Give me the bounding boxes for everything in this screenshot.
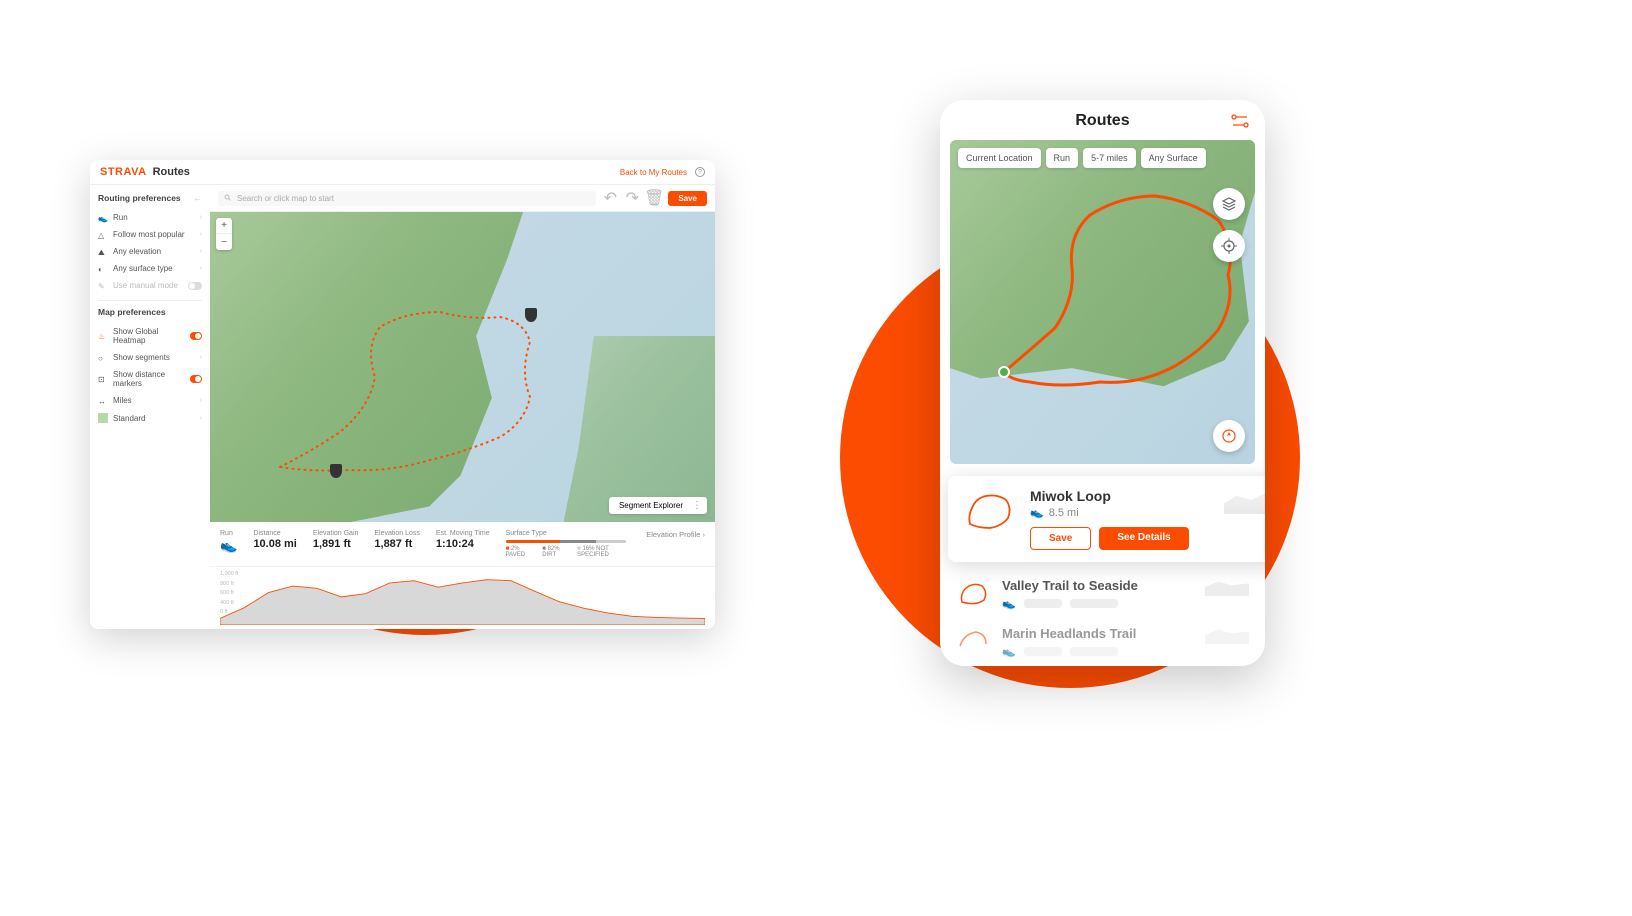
search-placeholder: Search or click map to start xyxy=(237,194,334,203)
mobile-routes-window: Routes Current Location Run 5-7 miles An… xyxy=(940,100,1265,666)
locate-icon xyxy=(1221,238,1237,254)
sidebar-item-mapstyle[interactable]: Standard› xyxy=(98,409,202,427)
sidebar-item-elevation[interactable]: ⛰Any elevation› xyxy=(98,243,202,260)
collapse-sidebar-icon[interactable]: ← xyxy=(194,193,203,203)
popularity-icon: △ xyxy=(98,231,108,239)
segment-explorer-button[interactable]: Segment Explorer ⋮ xyxy=(609,497,707,514)
undo-icon[interactable]: ↶ xyxy=(602,190,618,206)
units-icon: ↔ xyxy=(98,397,108,405)
run-icon: 👟 xyxy=(98,214,108,222)
brand-logo: STRAVA xyxy=(100,166,147,178)
route-distance: 👟 8.5 mi xyxy=(1030,506,1212,519)
sidebar-item-manual[interactable]: ✎Use manual mode xyxy=(98,277,202,294)
mapstyle-icon xyxy=(98,413,108,423)
desktop-routes-window: STRAVA Routes Back to My Routes ? Routin… xyxy=(90,160,715,629)
redo-icon[interactable]: ↷ xyxy=(624,190,640,206)
route-name: Marin Headlands Trail xyxy=(1002,626,1195,641)
layers-icon xyxy=(1221,196,1237,212)
sidebar-item-segments[interactable]: ○Show segments› xyxy=(98,349,202,366)
route-settings-icon[interactable] xyxy=(1231,114,1249,128)
stat-elev-gain: Elevation Gain 1,891 ft xyxy=(313,530,359,550)
sidebar-item-sport[interactable]: 👟Run› xyxy=(98,209,202,226)
zoom-in-button[interactable]: + xyxy=(216,218,232,234)
featured-route-card[interactable]: Miwok Loop 👟 8.5 mi Save See Details xyxy=(948,476,1265,562)
elevation-chart: 1,000 ft 800 ft 600 ft 400 ft 0 ft 0.0 m… xyxy=(210,567,715,629)
run-icon: 👟 xyxy=(220,537,237,554)
kebab-icon[interactable]: ⋮ xyxy=(692,500,701,511)
layers-button[interactable] xyxy=(1213,188,1245,220)
see-details-button[interactable]: See Details xyxy=(1099,527,1188,550)
segments-icon: ○ xyxy=(98,354,108,362)
sidebar-item-popularity[interactable]: △Follow most popular› xyxy=(98,226,202,243)
save-route-button[interactable]: Save xyxy=(1030,527,1091,550)
run-icon: 👟 xyxy=(1030,506,1044,519)
elevation-preview xyxy=(1205,578,1249,596)
search-input[interactable]: Search or click map to start xyxy=(218,191,596,206)
elevation-icon: ⛰ xyxy=(98,248,108,256)
sidebar: Routing preferences ← 👟Run› △Follow most… xyxy=(90,185,210,629)
search-icon xyxy=(224,194,232,202)
heatmap-toggle[interactable] xyxy=(190,332,203,340)
pen-icon: ✎ xyxy=(98,282,108,290)
map-toolbar: Search or click map to start ↶ ↷ 🗑 Save xyxy=(210,185,715,212)
stat-time: Est. Moving Time 1:10:24 xyxy=(436,530,490,550)
route-list-item[interactable]: Valley Trail to Seaside 👟 xyxy=(940,570,1265,618)
zoom-control: + − xyxy=(216,218,232,250)
route-thumb xyxy=(956,626,992,656)
elevation-preview xyxy=(1224,488,1265,514)
sidebar-item-units[interactable]: ↔Miles› xyxy=(98,392,202,409)
heatmap-icon: ♨ xyxy=(98,332,108,340)
stats-bar: Run 👟 Distance 10.08 mi Elevation Gain 1… xyxy=(210,522,715,567)
run-icon: 👟 xyxy=(1002,597,1016,610)
sidebar-map-title: Map preferences xyxy=(98,307,202,317)
save-button[interactable]: Save xyxy=(668,191,707,206)
mobile-title: Routes xyxy=(956,112,1231,130)
compass-icon xyxy=(1221,428,1237,444)
stat-distance: Distance 10.08 mi xyxy=(253,530,296,550)
locate-button[interactable] xyxy=(1213,230,1245,262)
route-thumb xyxy=(956,578,992,608)
desktop-header: STRAVA Routes Back to My Routes ? xyxy=(90,160,715,185)
distance-markers-toggle[interactable] xyxy=(190,375,202,383)
sidebar-item-distance-markers[interactable]: ⊡Show distance markers xyxy=(98,366,202,392)
compass-button[interactable] xyxy=(1213,420,1245,452)
mobile-map-canvas[interactable]: Current Location Run 5-7 miles Any Surfa… xyxy=(950,140,1255,464)
distance-markers-icon: ⊡ xyxy=(98,375,108,383)
surface-bar xyxy=(506,540,626,543)
manual-mode-toggle[interactable] xyxy=(188,282,202,290)
route-name: Valley Trail to Seaside xyxy=(1002,578,1195,593)
route-list-item[interactable]: Marin Headlands Trail 👟 xyxy=(940,618,1265,666)
zoom-out-button[interactable]: − xyxy=(216,234,232,250)
stat-elev-loss: Elevation Loss 1,887 ft xyxy=(374,530,420,550)
surface-legend: 2% PAVED 82% DIRT 16% NOT SPECIFIED xyxy=(506,546,631,558)
back-link[interactable]: Back to My Routes xyxy=(620,168,687,177)
run-icon: 👟 xyxy=(1002,645,1016,658)
mobile-header: Routes xyxy=(940,112,1265,140)
route-end-marker xyxy=(330,464,342,478)
elevation-profile-toggle[interactable]: Elevation Profile › xyxy=(646,530,705,539)
elevation-preview xyxy=(1205,626,1249,644)
sidebar-routing-title: Routing preferences ← xyxy=(98,193,202,203)
surface-icon: ◐ xyxy=(98,265,108,273)
page-title: Routes xyxy=(153,166,190,178)
route-start-marker xyxy=(525,308,537,322)
stat-surface: Surface Type 2% PAVED 82% DIRT 16% NOT S… xyxy=(506,530,631,558)
help-icon[interactable]: ? xyxy=(695,167,705,177)
sidebar-item-surface[interactable]: ◐Any surface type› xyxy=(98,260,202,277)
sidebar-item-heatmap[interactable]: ♨Show Global Heatmap xyxy=(98,323,202,349)
trash-icon[interactable]: 🗑 xyxy=(646,190,662,206)
route-thumb xyxy=(962,488,1018,534)
stat-sport: Run 👟 xyxy=(220,530,237,554)
map-canvas[interactable]: + − Segment Explorer ⋮ xyxy=(210,212,715,522)
route-name: Miwok Loop xyxy=(1030,488,1212,504)
